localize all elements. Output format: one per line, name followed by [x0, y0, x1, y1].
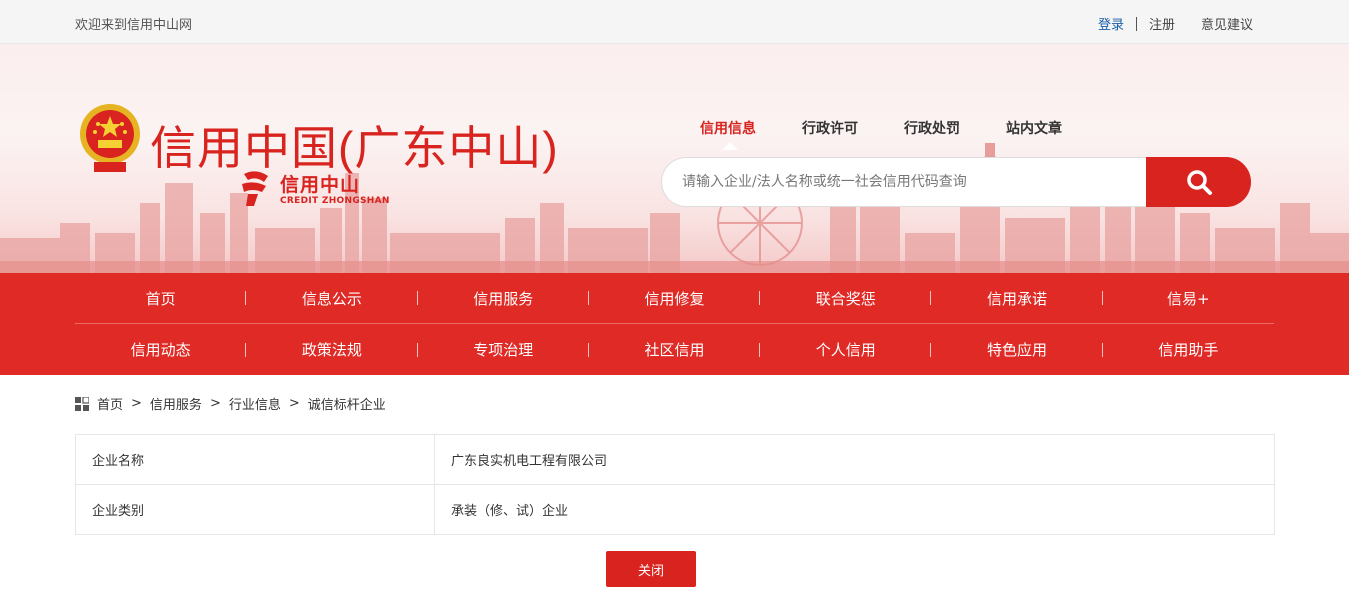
welcome-text: 欢迎来到信用中山网	[75, 18, 193, 33]
tab-site-articles[interactable]: 站内文章	[1006, 118, 1062, 138]
breadcrumb-current: 诚信标杆企业	[307, 398, 386, 413]
table-row: 企业名称 广东良实机电工程有限公司	[75, 434, 1275, 485]
top-bar: 欢迎来到信用中山网 登录 注册 意见建议	[0, 0, 1349, 44]
sub-logo-name: 信用中山	[280, 174, 361, 196]
nav-item-special-governance[interactable]: 专项治理	[418, 339, 590, 360]
search-box	[661, 157, 1251, 207]
nav-item-credit-news[interactable]: 信用动态	[75, 339, 247, 360]
top-links: 登录 注册 意见建议	[1098, 14, 1253, 33]
close-button[interactable]: 关闭	[606, 551, 696, 587]
tab-admin-penalty[interactable]: 行政处罚	[904, 118, 960, 138]
site-title: 信用中国(广东中山)	[150, 122, 559, 174]
nav-item-xinyi-plus[interactable]: 信易+	[1103, 288, 1274, 309]
sub-logo-english: CREDIT ZHONGSHAN	[280, 196, 390, 206]
link-divider	[1135, 16, 1137, 31]
national-emblem-icon	[80, 104, 140, 172]
header-banner: 信用中国(广东中山) 信用中山 CREDIT ZHONGSHAN 信用信息 行政…	[0, 44, 1349, 273]
nav-item-credit-repair[interactable]: 信用修复	[589, 288, 761, 309]
credit-zhongshan-logo-icon	[242, 171, 268, 206]
search-tabs: 信用信息 行政许可 行政处罚 站内文章	[700, 118, 1108, 150]
nav-item-joint-rewards[interactable]: 联合奖惩	[760, 288, 932, 309]
nav-item-info-disclosure[interactable]: 信息公示	[246, 288, 418, 309]
nav-item-community-credit[interactable]: 社区信用	[589, 339, 761, 360]
tab-admin-license[interactable]: 行政许可	[802, 118, 858, 138]
nav-item-credit-service[interactable]: 信用服务	[418, 288, 590, 309]
nav-row-2: 信用动态 政策法规 专项治理 社区信用 个人信用 特色应用 信用助手	[75, 324, 1274, 375]
breadcrumb-home[interactable]: 首页	[97, 394, 123, 413]
search-icon	[1186, 170, 1212, 195]
field-value: 广东良实机电工程有限公司	[434, 434, 1275, 485]
nav-item-credit-commitment[interactable]: 信用承诺	[931, 288, 1103, 309]
feedback-link[interactable]: 意见建议	[1201, 14, 1253, 33]
breadcrumb-separator: >	[131, 396, 142, 411]
breadcrumb-credit-service[interactable]: 信用服务	[150, 394, 202, 413]
login-link[interactable]: 登录	[1098, 14, 1124, 33]
nav-item-personal-credit[interactable]: 个人信用	[760, 339, 932, 360]
breadcrumb-separator: >	[209, 396, 221, 411]
field-label: 企业名称	[75, 434, 435, 485]
detail-table: 企业名称 广东良实机电工程有限公司 企业类别 承装（修、试）企业	[75, 434, 1275, 535]
nav-item-featured-apps[interactable]: 特色应用	[931, 339, 1103, 360]
grid-icon	[75, 396, 89, 411]
tab-credit-info[interactable]: 信用信息	[700, 118, 756, 150]
field-label: 企业类别	[75, 484, 435, 535]
register-link[interactable]: 注册	[1149, 14, 1175, 33]
search-button[interactable]	[1146, 157, 1251, 207]
nav-item-home[interactable]: 首页	[75, 288, 247, 309]
breadcrumb: 首页 > 信用服务 > 行业信息 > 诚信标杆企业	[75, 394, 386, 413]
main-nav: 首页 信息公示 信用服务 信用修复 联合奖惩 信用承诺 信易+ 信用动态 政策法…	[0, 273, 1349, 375]
nav-item-policies[interactable]: 政策法规	[246, 339, 418, 360]
search-input[interactable]	[661, 157, 1146, 207]
field-value: 承装（修、试）企业	[434, 484, 1275, 535]
nav-row-1: 首页 信息公示 信用服务 信用修复 联合奖惩 信用承诺 信易+	[75, 273, 1274, 324]
nav-item-credit-assistant[interactable]: 信用助手	[1103, 339, 1274, 360]
breadcrumb-industry-info[interactable]: 行业信息	[229, 394, 281, 413]
breadcrumb-separator: >	[288, 396, 300, 411]
table-row: 企业类别 承装（修、试）企业	[75, 484, 1275, 535]
